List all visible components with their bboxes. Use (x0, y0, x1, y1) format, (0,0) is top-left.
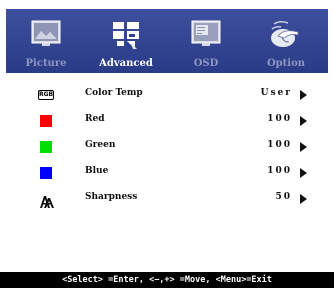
advanced-icon (111, 20, 141, 54)
row-value: 50 (275, 192, 292, 202)
row-label: Color Temp (85, 88, 143, 98)
tab-advanced[interactable]: Advanced (86, 9, 166, 73)
tab-osd[interactable]: OSD (166, 9, 246, 73)
row-label: Sharpness (85, 192, 138, 202)
row-value: 100 (267, 140, 292, 150)
osd-menu: Picture Advanced OSD Option RGB Color Te… (0, 0, 334, 288)
row-blue[interactable]: Blue 100 (0, 164, 334, 182)
row-sharpness[interactable]: Sharpness 50 (0, 190, 334, 208)
row-green[interactable]: Green 100 (0, 138, 334, 156)
arrow-right-icon[interactable] (300, 90, 307, 100)
option-hand-icon (270, 20, 302, 54)
rgb-icon: RGB (38, 90, 54, 100)
arrow-right-icon[interactable] (300, 142, 307, 152)
help-bar: <Select> =Enter, <−,+> =Move, <Menu>=Exi… (0, 272, 334, 288)
picture-icon (31, 20, 61, 52)
tab-option[interactable]: Option (246, 9, 326, 73)
tab-picture[interactable]: Picture (6, 9, 86, 73)
row-value: 100 (267, 114, 292, 124)
red-square-icon (40, 115, 52, 127)
tab-label: Picture (25, 58, 67, 69)
row-label: Red (85, 114, 105, 124)
row-value: User (260, 88, 292, 98)
tab-label: Option (266, 58, 306, 69)
arrow-right-icon[interactable] (300, 194, 307, 204)
row-color-temp[interactable]: RGB Color Temp User (0, 86, 334, 104)
row-label: Blue (85, 166, 109, 176)
sharpness-icon (40, 193, 54, 208)
green-square-icon (40, 141, 52, 153)
tab-label: Advanced (99, 58, 153, 69)
osd-icon (191, 20, 221, 52)
row-value: 100 (267, 166, 292, 176)
arrow-right-icon[interactable] (300, 168, 307, 178)
arrow-right-icon[interactable] (300, 116, 307, 126)
row-red[interactable]: Red 100 (0, 112, 334, 130)
row-label: Green (85, 140, 116, 150)
blue-square-icon (40, 167, 52, 179)
tab-bar: Picture Advanced OSD Option (6, 9, 328, 73)
tab-label: OSD (193, 58, 219, 69)
